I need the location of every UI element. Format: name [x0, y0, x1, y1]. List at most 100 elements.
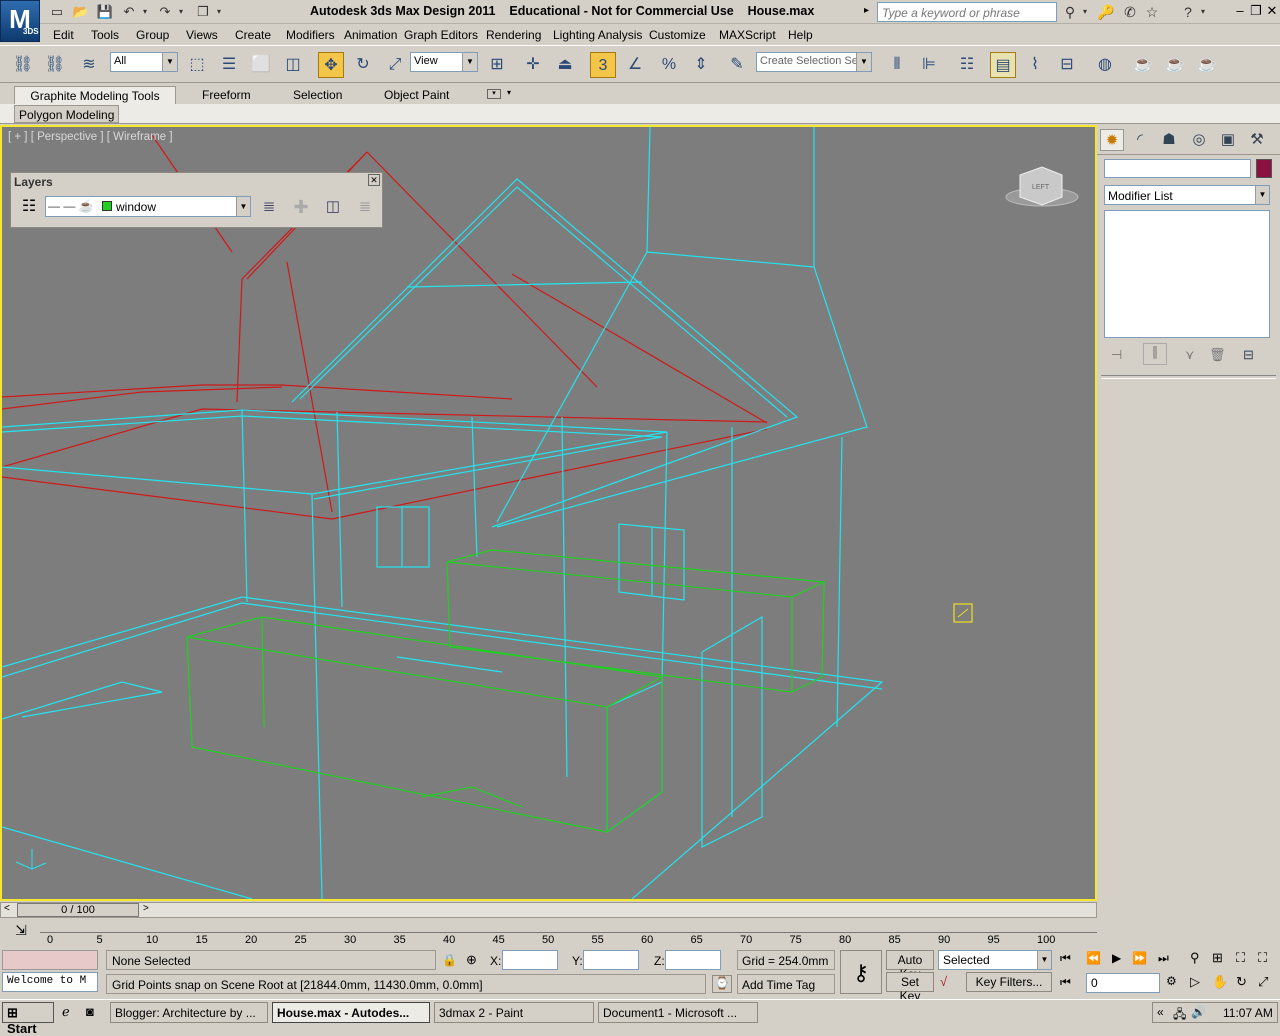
start-button[interactable]: ⊞ Start [2, 1002, 54, 1036]
ribbon-minimize-icon[interactable]: ▾ [487, 89, 501, 99]
orbit-icon[interactable]: ↻ [1236, 974, 1247, 990]
search-input[interactable]: Type a keyword or phrase [877, 2, 1057, 22]
layer-manager-icon[interactable]: ☷ [17, 195, 41, 219]
select-and-move-icon[interactable]: ✥ [318, 52, 344, 78]
taskbar-item-word[interactable]: Document1 - Microsoft ... [598, 1002, 758, 1023]
configure-modifier-sets-icon[interactable]: ⊟ [1243, 347, 1254, 363]
select-and-manipulate-icon[interactable]: ✛ [520, 52, 546, 78]
desktop-quicklaunch-icon[interactable]: ◙ [86, 1004, 94, 1019]
angle-snap-icon[interactable]: ∠ [622, 52, 648, 78]
make-unique-icon[interactable]: ⋎ [1185, 347, 1195, 363]
close-icon[interactable]: ✕ [1264, 3, 1280, 19]
info-center-arrow-icon[interactable]: ▸ [864, 5, 869, 16]
help-icon[interactable]: ? [1178, 3, 1198, 21]
render-production-icon[interactable]: ☕ [1194, 52, 1220, 78]
key-mode-toggle-icon[interactable]: ⏮ [1060, 975, 1071, 990]
mirror-icon[interactable]: ⫴ [884, 52, 910, 78]
set-key-button[interactable]: Set Key [886, 972, 934, 1003]
create-new-layer-icon[interactable]: ≣ [257, 195, 281, 219]
maxscript-mini-listener-top[interactable] [2, 950, 98, 970]
restore-icon[interactable]: ❐ [1248, 3, 1264, 19]
utilities-tab-hammer-icon[interactable]: ⚒ [1245, 129, 1269, 151]
trackbar-toggle-icon[interactable]: ⇲ [8, 922, 34, 944]
y-coordinate-input[interactable] [583, 950, 639, 970]
menu-help[interactable]: Help [788, 28, 813, 42]
pan-view-hand-icon[interactable]: ✋ [1212, 974, 1228, 990]
tab-graphite-modeling-tools[interactable]: Graphite Modeling Tools [14, 86, 176, 104]
hierarchy-tab-icon[interactable]: ☗ [1157, 129, 1181, 151]
undo-dropdown-icon[interactable]: ▾ [140, 3, 150, 21]
menu-rendering[interactable]: Rendering [486, 28, 541, 42]
rendered-frame-window-icon[interactable]: ☕ [1162, 52, 1188, 78]
add-selection-to-layer-icon[interactable]: ✚ [289, 195, 313, 219]
snaps-toggle-button[interactable]: 3 [590, 52, 616, 78]
graphite-modeling-toggle-icon[interactable]: ▤ [990, 52, 1016, 78]
schematic-view-icon[interactable]: ⊟ [1054, 52, 1080, 78]
communication-icon[interactable]: ✆ [1120, 3, 1140, 21]
layer-manager-icon[interactable]: ☷ [954, 52, 980, 78]
go-to-start-icon[interactable]: ⏮ [1060, 951, 1071, 966]
light-gizmo[interactable] [953, 603, 973, 623]
ie-quicklaunch-icon[interactable]: ℯ [62, 1004, 70, 1020]
window-crossing-icon[interactable]: ◫ [280, 52, 306, 78]
object-color-swatch[interactable] [1256, 159, 1272, 178]
next-frame-icon[interactable]: ⏩ [1132, 951, 1147, 965]
app-logo-button[interactable]: M 3DS [0, 0, 40, 42]
x-coordinate-input[interactable] [502, 950, 558, 970]
quick-access-dropdown-icon[interactable]: ▾ [214, 3, 224, 21]
minimize-icon[interactable]: – [1232, 3, 1248, 19]
ribbon-panel-polygon-modeling[interactable]: Polygon Modeling [14, 105, 120, 123]
show-end-result-icon[interactable]: ∥ [1143, 343, 1167, 365]
perspective-viewport[interactable]: LEFT [ + ] [ Perspective ] [ Wireframe ] [0, 125, 1097, 901]
taskbar-item-paint[interactable]: 3dmax 2 - Paint [434, 1002, 594, 1023]
menu-graph-editors[interactable]: Graph Editors [404, 28, 478, 42]
z-coordinate-input[interactable] [665, 950, 721, 970]
absolute-mode-transform-icon[interactable]: ⊕ [466, 952, 477, 968]
edit-named-selection-icon[interactable]: ✎ [724, 52, 750, 78]
reference-coordinate-dropdown[interactable]: View ▼ [410, 52, 478, 72]
render-setup-icon[interactable]: ☕ [1130, 52, 1156, 78]
viewport-label-menu[interactable]: [ + ] [ Perspective ] [ Wireframe ] [8, 131, 173, 143]
time-slider[interactable]: < 0 / 100 > [0, 902, 1097, 918]
zoom-icon[interactable]: ⚲ [1190, 950, 1200, 966]
set-key-icon[interactable]: ⚷ [840, 950, 882, 994]
auto-key-button[interactable]: Auto Key [886, 950, 934, 981]
time-slider-thumb[interactable]: 0 / 100 [17, 903, 139, 917]
volume-icon[interactable]: 🔊 [1191, 1005, 1206, 1019]
taskbar-item-blogger[interactable]: Blogger: Architecture by ... [110, 1002, 268, 1023]
key-mode-dropdown[interactable]: Selected ▼ [938, 950, 1052, 970]
redo-dropdown-icon[interactable]: ▾ [176, 3, 186, 21]
rectangular-selection-icon[interactable]: ⬜ [248, 52, 274, 78]
menu-views[interactable]: Views [186, 28, 218, 42]
curve-editor-icon[interactable]: ⌇ [1022, 52, 1048, 78]
pin-stack-icon[interactable]: ⊣ [1111, 347, 1122, 363]
open-file-icon[interactable]: 📂 [72, 3, 90, 21]
save-file-icon[interactable]: 💾 [96, 3, 114, 21]
create-tab-sun-icon[interactable]: ✹ [1100, 129, 1124, 151]
keyboard-shortcut-override-icon[interactable]: ⏏ [552, 52, 578, 78]
default-in-out-tangents-icon[interactable]: √ [940, 974, 947, 989]
project-folder-icon[interactable]: ❐ [194, 3, 212, 21]
align-icon[interactable]: ⊫ [916, 52, 942, 78]
select-by-name-icon[interactable]: ☰ [216, 52, 242, 78]
object-name-input[interactable] [1104, 159, 1251, 178]
menu-create[interactable]: Create [235, 28, 271, 42]
new-file-icon[interactable]: ▭ [48, 3, 66, 21]
unlink-selection-icon[interactable]: ⛓ [42, 52, 68, 78]
favorites-star-icon[interactable]: ☆ [1142, 3, 1162, 21]
time-tag-icon[interactable]: ⌚ [712, 975, 732, 993]
selection-lock-icon[interactable]: 🔒 [442, 953, 457, 967]
selection-filter-dropdown[interactable]: All ▼ [110, 52, 178, 72]
time-configuration-icon[interactable]: ⚙ [1166, 974, 1177, 988]
menu-customize[interactable]: Customize [649, 28, 706, 42]
close-icon[interactable]: ✕ [368, 174, 380, 186]
select-object-icon[interactable]: ⬚ [184, 52, 210, 78]
percent-snap-icon[interactable]: % [656, 52, 682, 78]
zoom-all-icon[interactable]: ⊞ [1212, 950, 1223, 966]
field-of-view-icon[interactable]: ▷ [1190, 974, 1200, 990]
modify-tab-icon[interactable]: ◜ [1128, 129, 1152, 151]
select-and-scale-icon[interactable]: ⤢ [382, 52, 408, 78]
menu-group[interactable]: Group [136, 28, 169, 42]
maximize-viewport-icon[interactable]: ⤢ [1258, 974, 1268, 990]
ribbon-options-dropdown-icon[interactable]: ▾ [507, 88, 511, 97]
